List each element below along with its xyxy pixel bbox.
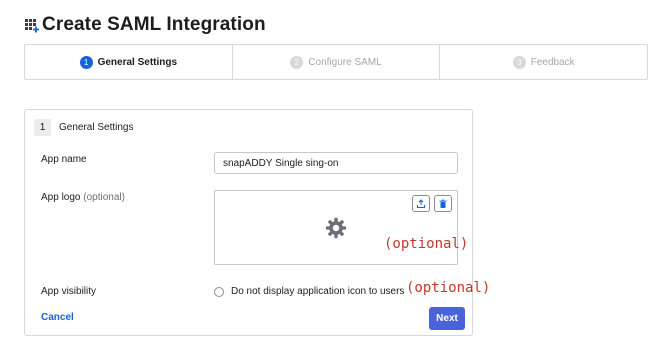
hide-icon-checkbox-label[interactable]: Do not display application icon to users — [231, 286, 404, 297]
optional-annotation: (optional) — [384, 236, 469, 252]
step-number: 1 — [79, 55, 93, 69]
app-name-label: App name — [41, 154, 87, 165]
section-number: 1 — [34, 119, 51, 136]
app-logo-label: App logo (optional) — [41, 192, 125, 203]
app-logo-dropzone[interactable]: (optional) — [214, 190, 468, 265]
hide-icon-checkbox[interactable] — [214, 287, 224, 297]
upload-icon[interactable] — [412, 195, 430, 212]
app-grid-icon — [24, 17, 40, 33]
step-label: Configure SAML — [308, 56, 382, 68]
cancel-button[interactable]: Cancel — [41, 312, 74, 323]
gear-icon — [325, 217, 347, 244]
app-logo-label-text: App logo — [41, 192, 81, 203]
step-configure-saml[interactable]: 2 Configure SAML — [233, 45, 441, 79]
section-header: 1 General Settings — [34, 119, 134, 136]
next-button[interactable]: Next — [429, 307, 465, 330]
general-settings-form: 1 General Settings App name snapADDY Sin… — [24, 109, 473, 336]
section-title: General Settings — [59, 122, 134, 133]
app-name-input[interactable]: snapADDY Single sing-on — [214, 152, 458, 174]
page-header: Create SAML Integration — [24, 12, 266, 38]
optional-hint: (optional) — [83, 192, 125, 203]
step-general-settings[interactable]: 1 General Settings — [25, 45, 233, 79]
stepper: 1 General Settings 2 Configure SAML 3 Fe… — [24, 44, 648, 80]
page-title: Create SAML Integration — [42, 14, 266, 35]
app-name-value: snapADDY Single sing-on — [223, 157, 339, 169]
optional-annotation: (optional) — [406, 280, 491, 296]
app-visibility-label: App visibility — [41, 286, 97, 297]
step-number: 3 — [512, 55, 526, 69]
step-number: 2 — [290, 55, 304, 69]
step-label: General Settings — [97, 56, 178, 68]
step-feedback[interactable]: 3 Feedback — [440, 45, 647, 79]
trash-icon[interactable] — [434, 195, 452, 212]
step-label: Feedback — [530, 56, 575, 68]
